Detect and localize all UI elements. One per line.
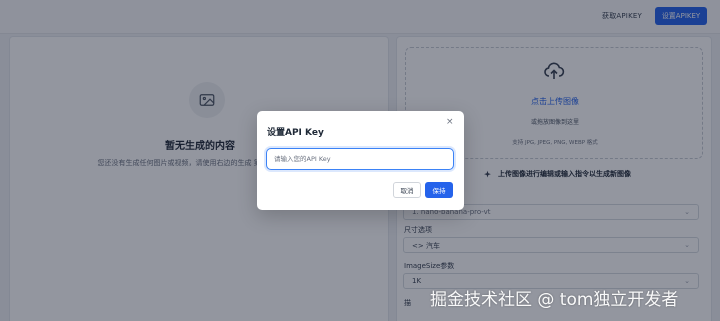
api-key-dialog: 设置API Key × 取消 保持: [257, 111, 464, 210]
watermark: 掘金技术社区 @ tom独立开发者: [430, 290, 679, 310]
cancel-button[interactable]: 取消: [393, 182, 421, 198]
close-icon[interactable]: ×: [446, 117, 454, 127]
api-key-input[interactable]: [266, 148, 454, 170]
save-button[interactable]: 保持: [425, 182, 453, 198]
dialog-title: 设置API Key: [267, 128, 324, 138]
